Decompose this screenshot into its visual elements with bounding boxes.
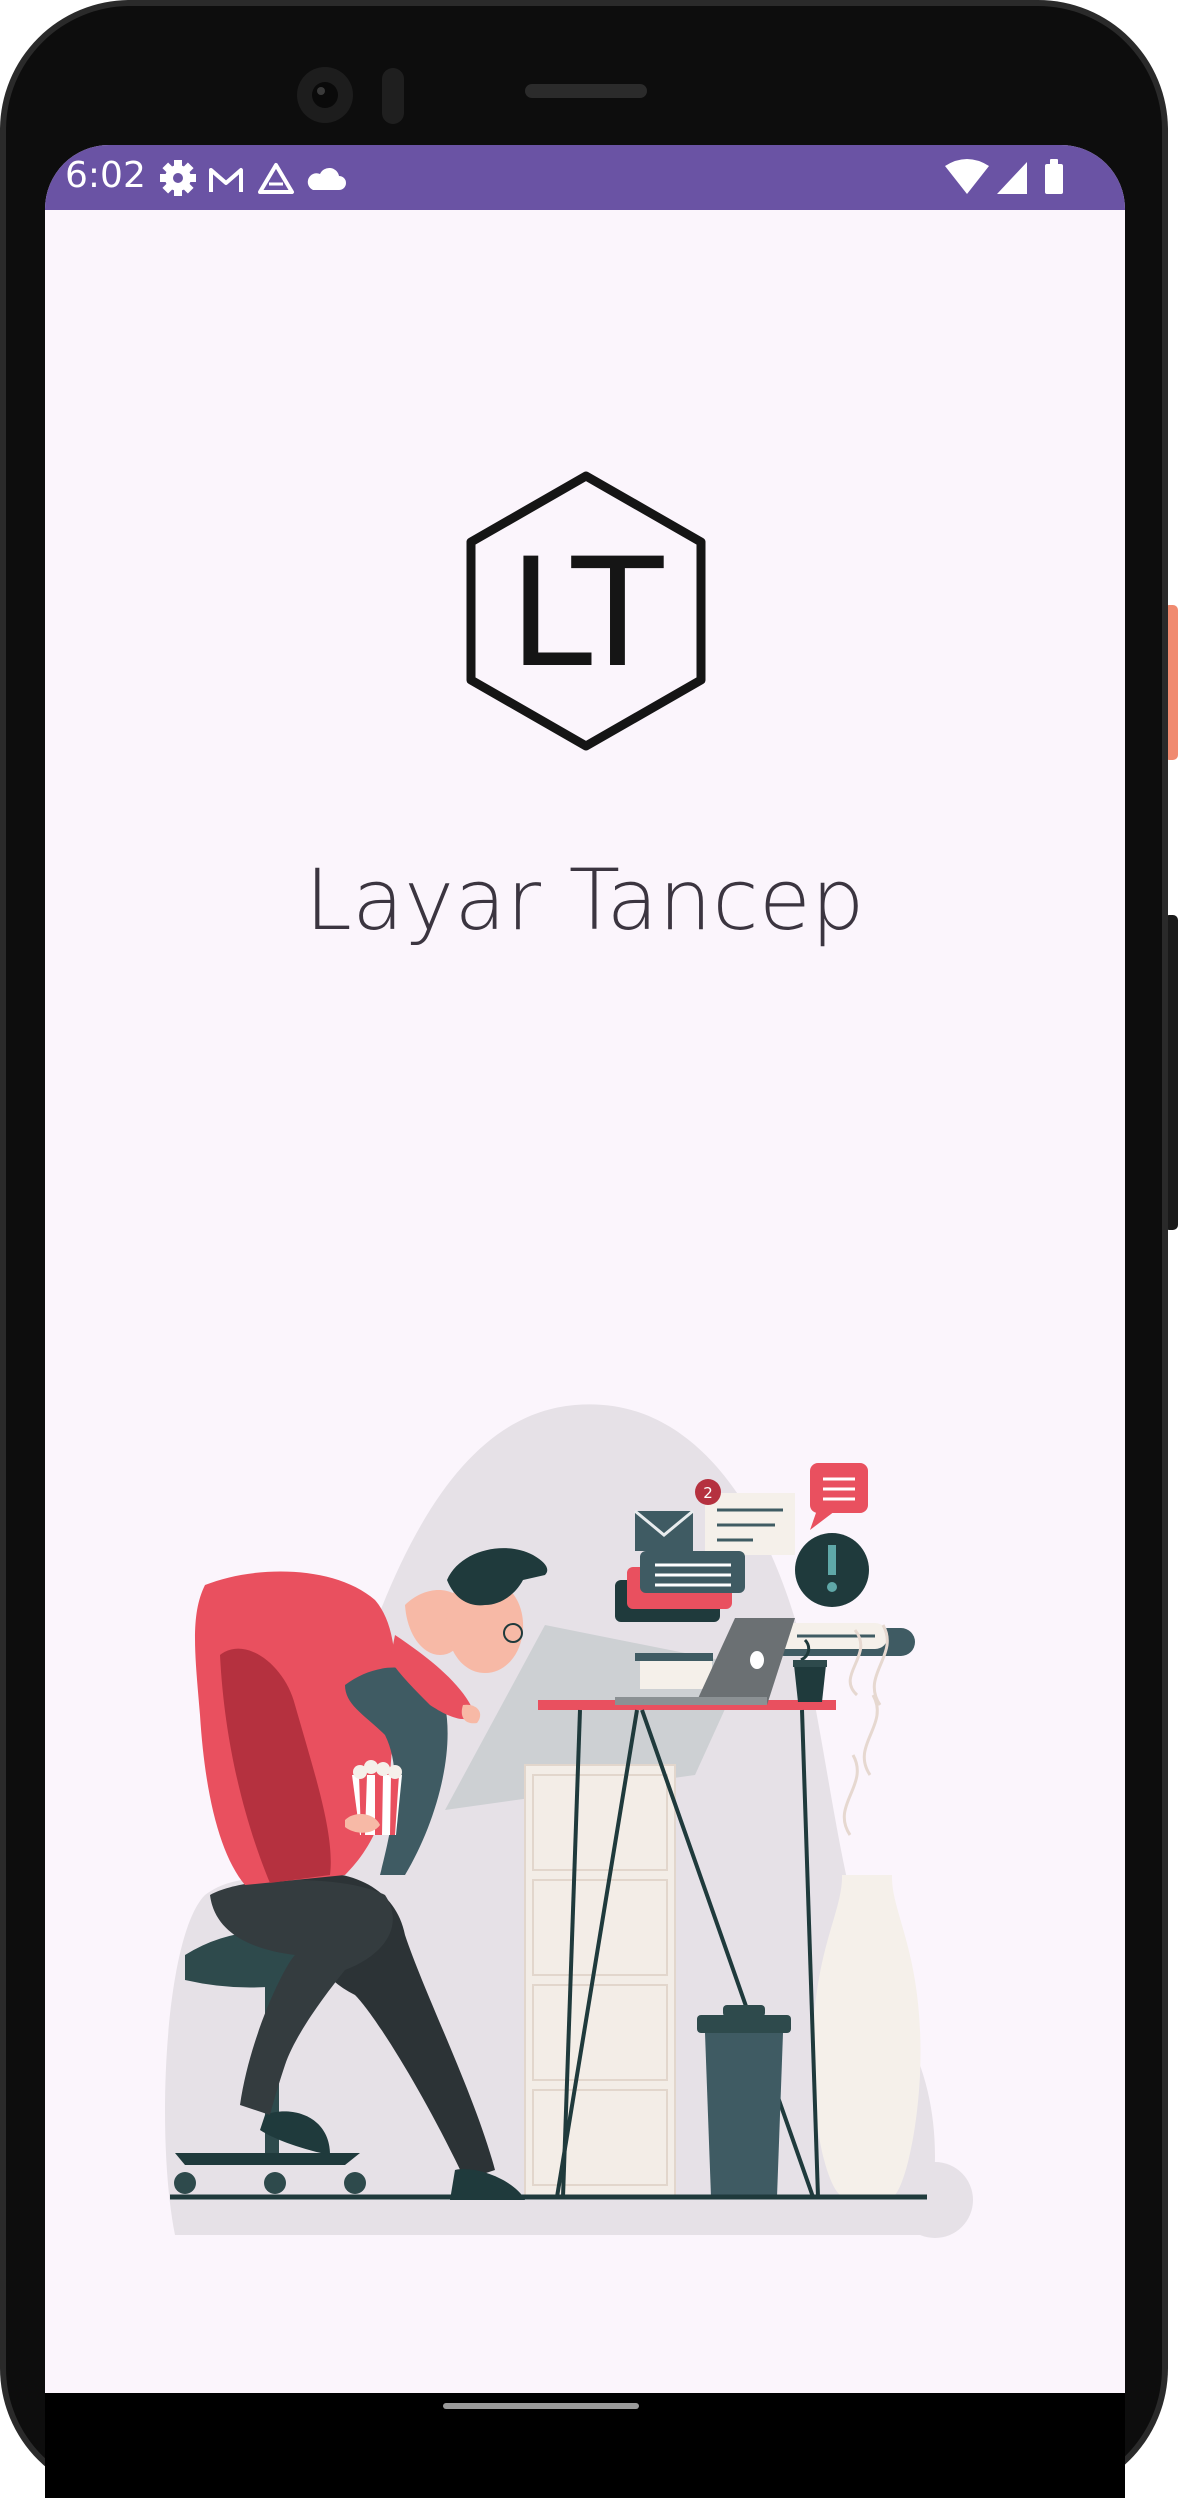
battery-icon <box>1045 159 1063 194</box>
hero-illustration: 2 <box>165 1404 973 2238</box>
status-bar: 6:02 <box>45 145 1125 210</box>
trash-bin <box>697 2005 791 2197</box>
notification-envelope <box>634 1509 694 1551</box>
cloud-icon <box>307 167 346 190</box>
wifi-icon <box>945 159 989 194</box>
status-icons-left <box>160 160 346 196</box>
notification-card <box>705 1493 795 1555</box>
notification-badge: 2 <box>695 1479 721 1505</box>
chat-bubble-icon <box>810 1463 868 1530</box>
drive-icon <box>258 163 294 194</box>
status-time: 6:02 <box>65 155 146 196</box>
screen: 6:02 LT Layar Tancep 2 <box>45 145 1125 2393</box>
status-icons-right <box>945 159 1063 194</box>
cellular-signal-icon <box>997 162 1027 194</box>
alert-icon <box>795 1533 869 1607</box>
earpiece <box>525 84 647 98</box>
notification-badge-count: 2 <box>703 1484 713 1502</box>
app-logo: LT <box>466 471 706 751</box>
drawer-cabinet <box>524 1764 676 2198</box>
gmail-icon <box>209 168 243 192</box>
logo-text: LT <box>509 527 665 701</box>
home-indicator[interactable] <box>443 2403 639 2409</box>
settings-icon <box>160 160 196 196</box>
small-card <box>635 1653 713 1689</box>
app-stage: 6:02 LT Layar Tancep 2 <box>0 0 1178 2498</box>
proximity-sensor <box>382 68 404 124</box>
app-title: Layar Tancep <box>305 851 865 949</box>
